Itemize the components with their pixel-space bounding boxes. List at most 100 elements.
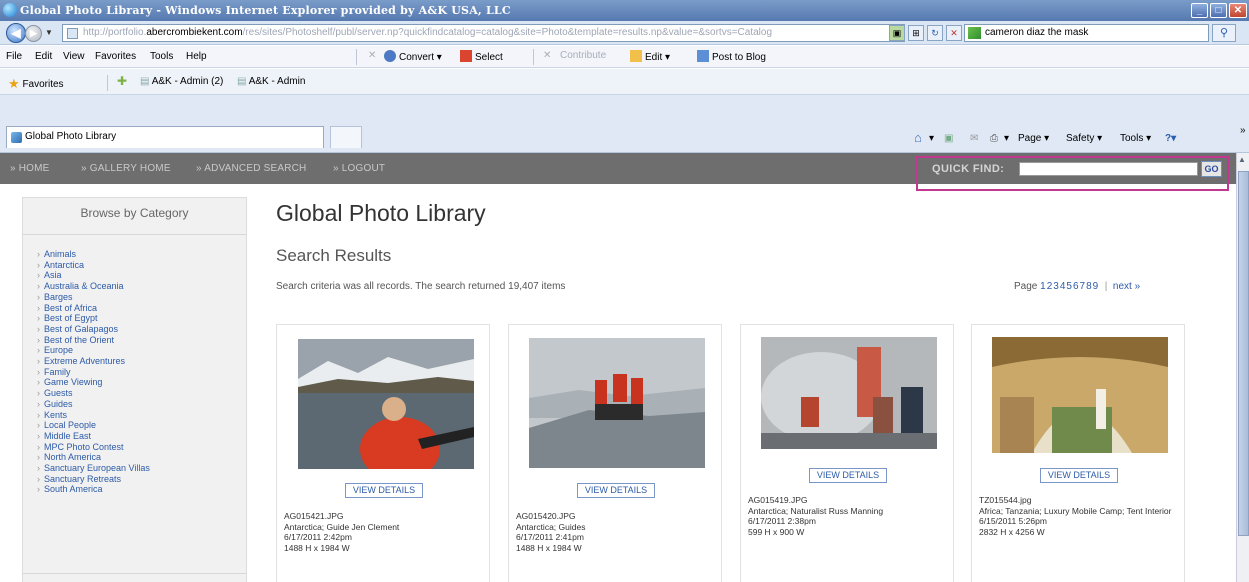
menu-favorites[interactable]: Favorites xyxy=(95,51,136,62)
scrollbar-thumb[interactable] xyxy=(1238,171,1249,536)
category-link[interactable]: › Game Viewing xyxy=(37,377,150,388)
minimize-button[interactable]: _ xyxy=(1191,3,1208,18)
refresh-icon[interactable]: ↻ xyxy=(927,25,943,41)
pager-page-link[interactable]: 6 xyxy=(1073,281,1079,292)
print-dropdown-icon[interactable]: ▾ xyxy=(1004,133,1009,144)
forward-button[interactable]: ▶ xyxy=(25,25,42,42)
new-tab-button[interactable] xyxy=(330,126,362,148)
select-button[interactable]: Select xyxy=(460,50,503,63)
favorite-link-2[interactable]: ▤ A&K - Admin xyxy=(237,76,305,87)
pager-page-link[interactable]: 7 xyxy=(1080,281,1086,292)
chevron-right-icon[interactable]: » xyxy=(1240,125,1246,136)
pager-page-link[interactable]: 8 xyxy=(1086,281,1092,292)
category-link[interactable]: › Guides xyxy=(37,399,150,410)
pager-next-link[interactable]: next » xyxy=(1113,281,1140,292)
pager-page-link[interactable]: 4 xyxy=(1060,281,1066,292)
help-icon[interactable]: ?▾ xyxy=(1165,133,1176,144)
menu-help[interactable]: Help xyxy=(186,51,207,62)
category-link[interactable]: › Local People xyxy=(37,420,150,431)
pager-page-link[interactable]: 1 xyxy=(1040,281,1046,292)
pager-page-link[interactable]: 2 xyxy=(1047,281,1053,292)
result-dimensions: 1488 H x 1984 W xyxy=(284,542,350,553)
nav-home-link[interactable]: » HOME xyxy=(10,163,50,174)
view-details-button[interactable]: VIEW DETAILS xyxy=(809,468,887,483)
nav-gallery-home-link[interactable]: » GALLERY HOME xyxy=(81,163,171,174)
home-icon[interactable]: ⌂ xyxy=(914,130,922,145)
view-details-button[interactable]: VIEW DETAILS xyxy=(345,483,423,498)
category-link[interactable]: › Barges xyxy=(37,292,150,303)
category-link[interactable]: › Middle East xyxy=(37,431,150,442)
photo-guide-1 xyxy=(595,380,607,404)
search-input[interactable]: cameron diaz the mask xyxy=(964,24,1209,42)
result-photo[interactable] xyxy=(761,337,937,449)
pager-page-link[interactable]: 5 xyxy=(1066,281,1072,292)
read-mail-icon[interactable]: ✉ xyxy=(970,133,978,144)
contribute-button[interactable]: Contribute xyxy=(560,50,606,61)
post-to-blog-button[interactable]: Post to Blog xyxy=(697,50,766,63)
safety-menu-button[interactable]: Safety ▾ xyxy=(1066,133,1102,144)
scroll-up-icon[interactable]: ▲ xyxy=(1238,155,1246,164)
quick-find-input[interactable] xyxy=(1019,162,1198,176)
print-icon[interactable]: ⎙ xyxy=(990,133,998,144)
category-link[interactable]: › Kents xyxy=(37,410,150,421)
category-link[interactable]: › Extreme Adventures xyxy=(37,356,150,367)
category-link[interactable]: › North America xyxy=(37,452,150,463)
bullet-icon: › xyxy=(37,452,40,463)
toolbar-close-icon[interactable]: ✕ xyxy=(368,50,376,61)
quick-find-go-button[interactable]: GO xyxy=(1201,161,1222,177)
favorite-link-1[interactable]: ▤ A&K - Admin (2) xyxy=(140,76,223,87)
view-details-button[interactable]: VIEW DETAILS xyxy=(577,483,655,498)
category-link[interactable]: › Asia xyxy=(37,270,150,281)
rss-icon[interactable]: ⊞ xyxy=(908,25,924,41)
menu-tools[interactable]: Tools xyxy=(150,51,173,62)
category-link[interactable]: › Europe xyxy=(37,345,150,356)
feeds-icon[interactable]: ▣ xyxy=(944,133,953,144)
result-caption: Antarctica; Naturalist Russ Manning xyxy=(748,505,884,516)
pager-page-link[interactable]: 9 xyxy=(1093,281,1099,292)
category-link[interactable]: › Family xyxy=(37,367,150,378)
result-photo[interactable] xyxy=(992,337,1168,453)
close-window-button[interactable]: ✕ xyxy=(1229,3,1247,18)
compatibility-icon[interactable]: ▣ xyxy=(889,25,905,41)
category-link[interactable]: › MPC Photo Contest xyxy=(37,442,150,453)
category-link[interactable]: › Sanctuary European Villas xyxy=(37,463,150,474)
tools-menu-button[interactable]: Tools ▾ xyxy=(1120,133,1151,144)
history-dropdown-icon[interactable]: ▼ xyxy=(45,28,53,37)
category-link[interactable]: › Animals xyxy=(37,249,150,260)
menu-view[interactable]: View xyxy=(63,51,85,62)
result-photo[interactable] xyxy=(529,338,705,468)
result-meta: AG015419.JPG Antarctica; Naturalist Russ… xyxy=(748,495,883,537)
category-link[interactable]: › Best of the Orient xyxy=(37,335,150,346)
address-field[interactable]: http://portfolio.abercrombiekent.com/res… xyxy=(62,24,905,42)
edit-button[interactable]: Edit ▾ xyxy=(630,50,670,63)
convert-button[interactable]: Convert ▾ xyxy=(384,50,442,63)
vertical-scrollbar[interactable]: ▲ xyxy=(1236,153,1249,582)
tab-global-photo-library[interactable]: Global Photo Library xyxy=(6,126,324,148)
category-link[interactable]: › South America xyxy=(37,484,150,495)
nav-advanced-search-link[interactable]: » ADVANCED SEARCH xyxy=(196,163,306,174)
search-icon[interactable]: ⚲ xyxy=(1212,24,1236,42)
category-link[interactable]: › Best of Galapagos xyxy=(37,324,150,335)
category-link[interactable]: › Antarctica xyxy=(37,260,150,271)
view-details-button[interactable]: VIEW DETAILS xyxy=(1040,468,1118,483)
menu-edit[interactable]: Edit xyxy=(35,51,52,62)
category-link[interactable]: › Guests xyxy=(37,388,150,399)
page-menu-button[interactable]: Page ▾ xyxy=(1018,133,1049,144)
photo-image xyxy=(298,339,474,469)
add-favorite-icon[interactable]: ✚ xyxy=(117,74,127,88)
back-button[interactable]: ◀ xyxy=(6,23,26,43)
category-link[interactable]: › Sanctuary Retreats xyxy=(37,474,150,485)
maximize-button[interactable]: □ xyxy=(1210,3,1227,18)
category-link[interactable]: › Best of Egypt xyxy=(37,313,150,324)
contribute-close-icon[interactable]: ✕ xyxy=(543,50,551,61)
stop-icon[interactable]: ✕ xyxy=(946,25,962,41)
category-link[interactable]: › Best of Africa xyxy=(37,303,150,314)
category-list: › Animals › Antarctica › Asia › Australia & Oce… xyxy=(37,249,150,495)
favorites-button[interactable]: ★ Favorites xyxy=(8,76,64,92)
category-link[interactable]: › Australia & Oceania xyxy=(37,281,150,292)
nav-logout-link[interactable]: » LOGOUT xyxy=(333,163,385,174)
pager-page-link[interactable]: 3 xyxy=(1053,281,1059,292)
result-photo[interactable] xyxy=(298,339,474,469)
home-dropdown-icon[interactable]: ▾ xyxy=(929,133,934,144)
menu-file[interactable]: File xyxy=(6,51,22,62)
